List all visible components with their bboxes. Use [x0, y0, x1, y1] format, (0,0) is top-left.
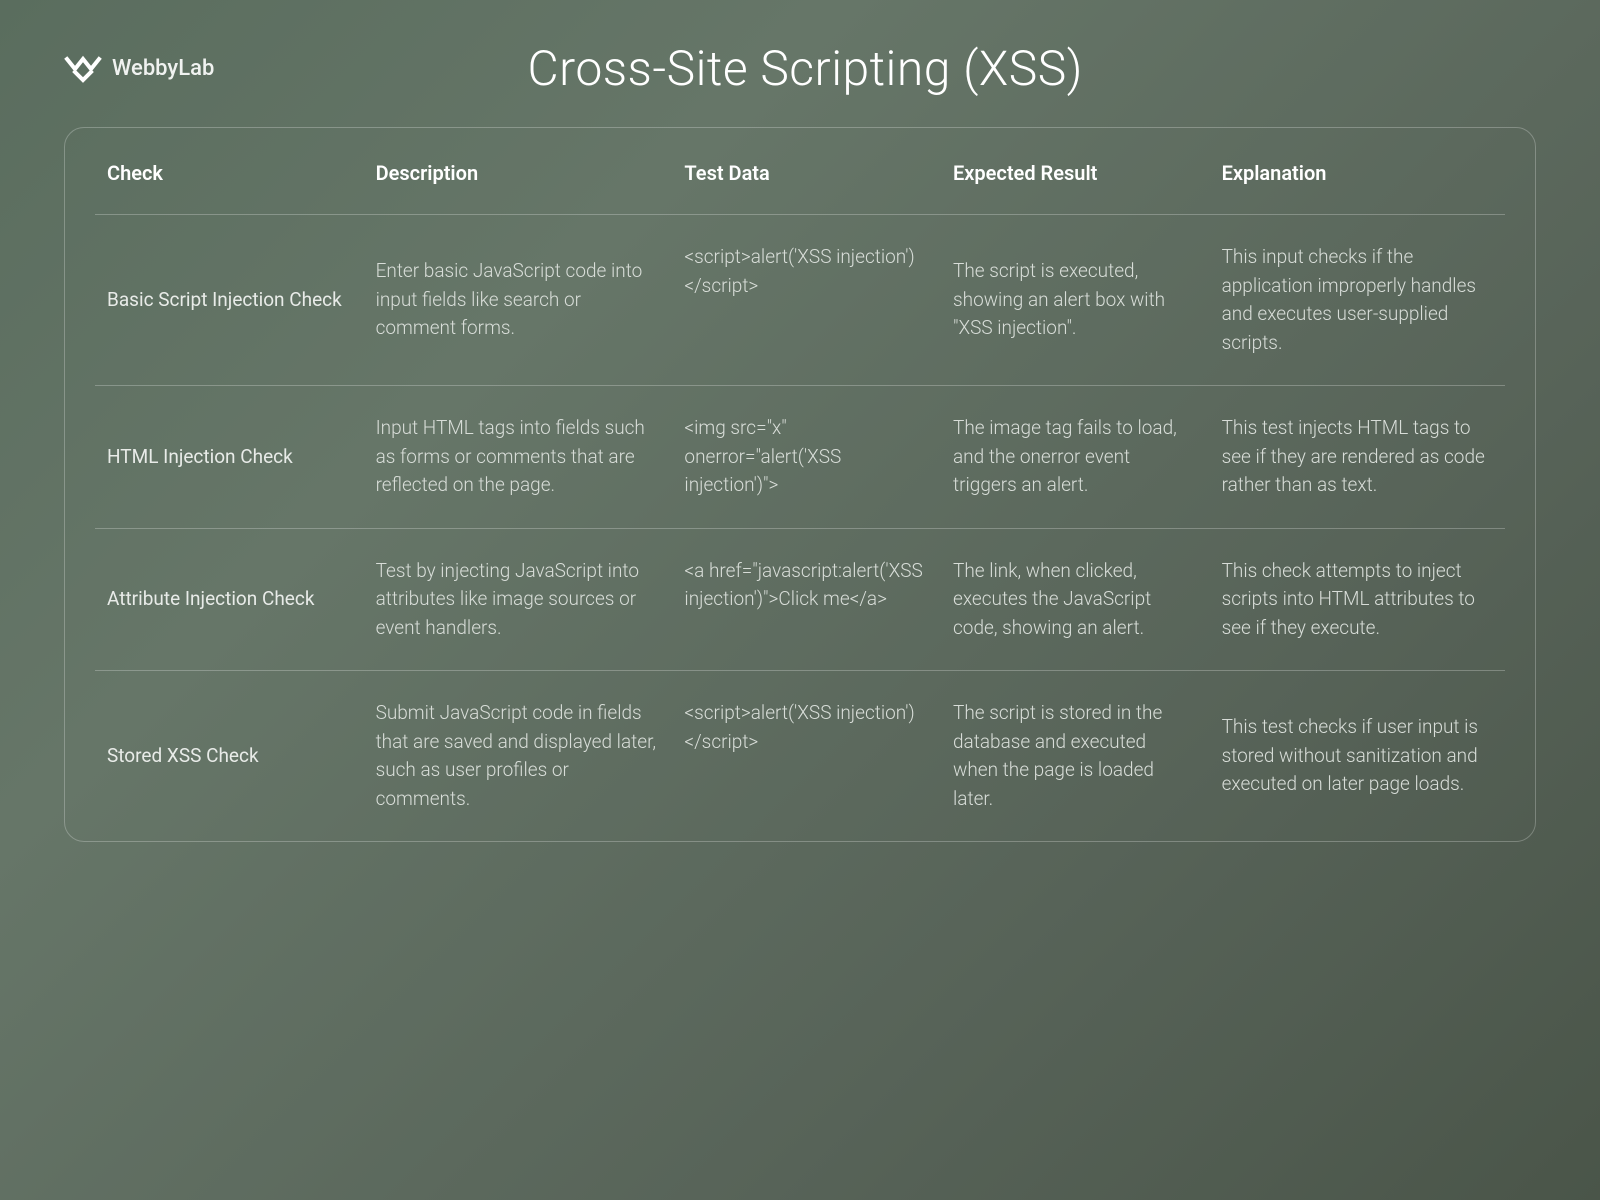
cell-expected: The link, when clicked, executes the Jav…	[941, 529, 1210, 671]
cell-expected: The script is stored in the database and…	[941, 671, 1210, 841]
cell-description: Submit JavaScript code in fields that ar…	[364, 671, 673, 841]
logo-icon	[64, 55, 102, 83]
cell-expected: The script is executed, showing an alert…	[941, 215, 1210, 385]
cell-check: Basic Script Injection Check	[95, 215, 364, 385]
table-row: Stored XSS Check Submit JavaScript code …	[95, 671, 1505, 841]
xss-table: Check Description Test Data Expected Res…	[64, 127, 1536, 842]
col-explanation: Explanation	[1210, 128, 1505, 214]
page-title: Cross-Site Scripting (XSS)	[144, 40, 1466, 97]
cell-description: Test by injecting JavaScript into attrib…	[364, 529, 673, 671]
cell-check: HTML Injection Check	[95, 386, 364, 528]
cell-check: Attribute Injection Check	[95, 529, 364, 671]
cell-explanation: This check attempts to inject scripts in…	[1210, 529, 1505, 671]
table-header-row: Check Description Test Data Expected Res…	[95, 128, 1505, 214]
table-row: Attribute Injection Check Test by inject…	[95, 529, 1505, 671]
col-expected: Expected Result	[941, 128, 1210, 214]
table-row: HTML Injection Check Input HTML tags int…	[95, 386, 1505, 528]
cell-testdata: <script>alert('XSS injection')</script>	[672, 671, 941, 841]
col-check: Check	[95, 128, 364, 214]
cell-description: Input HTML tags into fields such as form…	[364, 386, 673, 528]
col-description: Description	[364, 128, 673, 214]
cell-check: Stored XSS Check	[95, 671, 364, 841]
cell-testdata: <img src="x" onerror="alert('XSS injecti…	[672, 386, 941, 528]
cell-expected: The image tag fails to load, and the one…	[941, 386, 1210, 528]
document-header: WebbyLab Cross-Site Scripting (XSS)	[64, 40, 1536, 97]
cell-explanation: This test injects HTML tags to see if th…	[1210, 386, 1505, 528]
col-testdata: Test Data	[672, 128, 941, 214]
table-row: Basic Script Injection Check Enter basic…	[95, 215, 1505, 385]
cell-explanation: This input checks if the application imp…	[1210, 215, 1505, 385]
cell-testdata: <a href="javascript:alert('XSS injection…	[672, 529, 941, 671]
cell-explanation: This test checks if user input is stored…	[1210, 671, 1505, 841]
cell-testdata: <script>alert('XSS injection')</script>	[672, 215, 941, 385]
cell-description: Enter basic JavaScript code into input f…	[364, 215, 673, 385]
